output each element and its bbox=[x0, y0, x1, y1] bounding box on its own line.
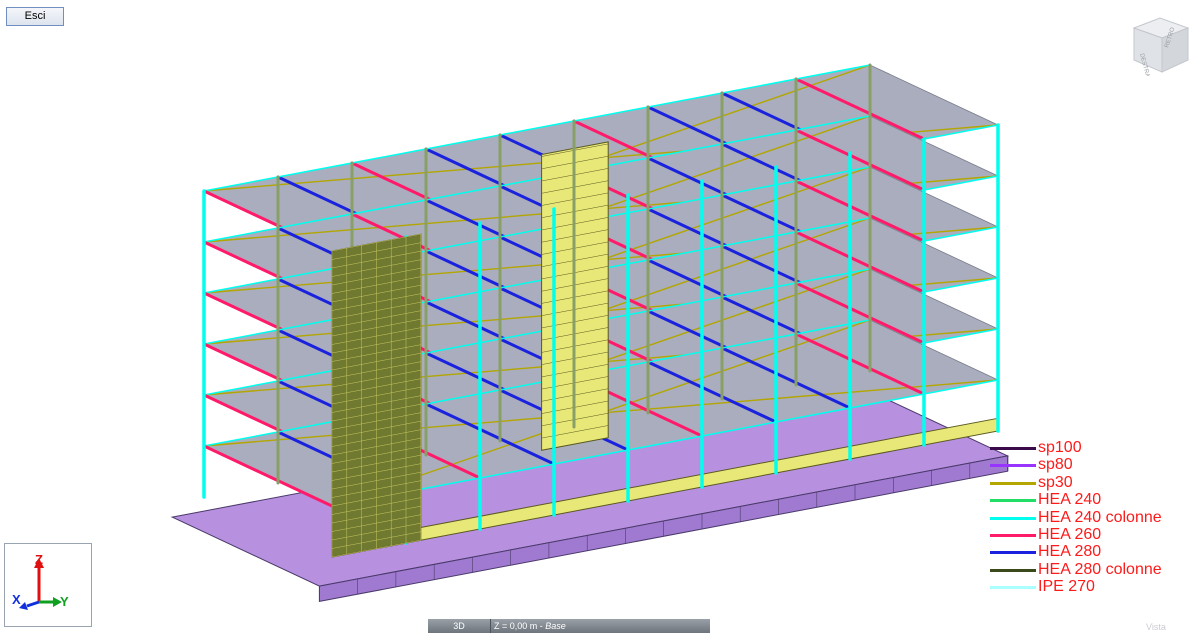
legend-item: HEA 240 bbox=[990, 491, 1200, 508]
coordinate-text: Z = 0,00 m - bbox=[494, 621, 546, 631]
legend-item: HEA 280 colonne bbox=[990, 561, 1200, 578]
legend-item: HEA 240 colonne bbox=[990, 509, 1200, 526]
legend-item: IPE 270 bbox=[990, 578, 1200, 595]
view-cube[interactable]: DESTRA RETRO bbox=[1130, 14, 1194, 81]
view-cube-graphic[interactable]: DESTRA RETRO bbox=[1130, 14, 1194, 78]
z-axis-label: Z bbox=[35, 552, 43, 567]
legend-swatch bbox=[990, 533, 1036, 537]
legend-item: HEA 280 bbox=[990, 543, 1200, 560]
legend-label: HEA 260 bbox=[1038, 525, 1102, 543]
x-axis-label: X bbox=[12, 592, 21, 607]
status-bar: 3D Z = 0,00 m - Base bbox=[428, 619, 710, 633]
legend-label: HEA 240 bbox=[1038, 491, 1102, 509]
legend-label: sp30 bbox=[1038, 473, 1073, 491]
legend-swatch bbox=[990, 568, 1036, 572]
legend-item: sp30 bbox=[990, 474, 1200, 491]
coordinate-readout: Z = 0,00 m - Base bbox=[494, 619, 566, 633]
legend-label: HEA 280 colonne bbox=[1038, 560, 1162, 578]
exit-button[interactable]: Esci bbox=[6, 7, 64, 26]
legend-swatch bbox=[990, 586, 1036, 590]
level-name: Base bbox=[545, 621, 566, 631]
legend-swatch bbox=[990, 499, 1036, 503]
legend-swatch bbox=[990, 481, 1036, 485]
x-axis-arrow bbox=[26, 600, 40, 608]
legend-swatch bbox=[990, 551, 1036, 555]
legend-swatch bbox=[990, 447, 1036, 450]
legend-label: sp100 bbox=[1038, 439, 1082, 456]
view-name-label: Vista bbox=[1146, 622, 1166, 632]
legend-swatch bbox=[990, 464, 1036, 468]
section-legend: sp100 sp80 sp30 HEA 240 HEA 240 colonne … bbox=[990, 439, 1200, 596]
legend-swatch bbox=[990, 516, 1036, 520]
axis-triad: Z X Y bbox=[4, 543, 92, 627]
legend-item: sp100 bbox=[990, 439, 1200, 456]
legend-label: sp80 bbox=[1038, 456, 1073, 474]
legend-label: IPE 270 bbox=[1038, 578, 1095, 596]
legend-item: HEA 260 bbox=[990, 526, 1200, 543]
legend-item: sp80 bbox=[990, 456, 1200, 473]
axis-triad-graphic bbox=[19, 558, 62, 610]
legend-label: HEA 280 bbox=[1038, 543, 1102, 561]
legend-label: HEA 240 colonne bbox=[1038, 508, 1162, 526]
y-axis-label: Y bbox=[60, 594, 69, 609]
view-mode-button[interactable]: 3D bbox=[428, 619, 491, 633]
